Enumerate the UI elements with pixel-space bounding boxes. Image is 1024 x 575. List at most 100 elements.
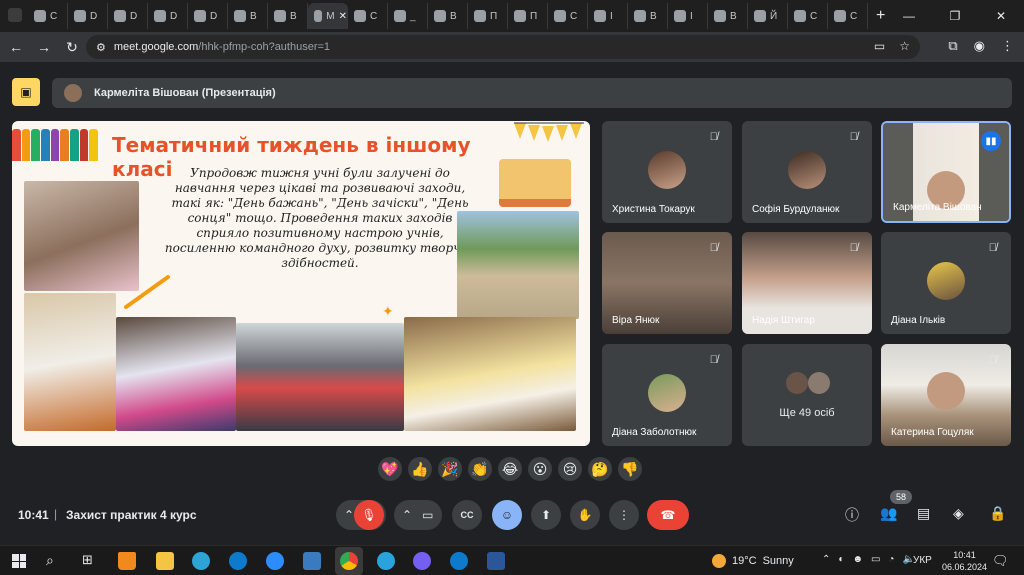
reaction-emoji-button[interactable]: 😮 xyxy=(528,457,552,481)
windows-start-icon[interactable] xyxy=(12,554,26,568)
input-language[interactable]: УКР xyxy=(913,555,932,566)
browser-tab[interactable]: І xyxy=(588,3,628,29)
viber-icon[interactable] xyxy=(413,552,431,570)
reaction-emoji-button[interactable]: 👎 xyxy=(618,457,642,481)
participant-avatar xyxy=(648,151,686,189)
reaction-emoji-button[interactable]: 💖 xyxy=(378,457,402,481)
participant-tile[interactable]: 🎙̸ Діана Заболотнюк xyxy=(602,344,732,446)
present-screen-button[interactable]: ⬆ xyxy=(531,500,561,530)
video-settings-button[interactable]: ⌃ ▭ xyxy=(394,500,442,530)
browser-tab[interactable]: B xyxy=(708,3,748,29)
tab-title: D xyxy=(170,10,178,22)
camera-in-use-icon[interactable]: ▭ xyxy=(874,39,885,53)
browser-tab[interactable]: С xyxy=(548,3,588,29)
participant-tile-active-speaker[interactable]: ▮▮ Кармеліта Вішован xyxy=(881,121,1011,223)
site-info-icon[interactable]: ⚙ xyxy=(96,41,106,54)
host-controls-icon[interactable]: 🔒 xyxy=(989,505,1006,522)
more-options-button[interactable]: ⋮ xyxy=(609,500,639,530)
microphone-toggle-button[interactable]: 🎙 xyxy=(354,500,384,530)
participant-tile[interactable]: 🎙̸ Надія Штигар xyxy=(742,232,872,334)
reaction-emoji-button[interactable]: 😂 xyxy=(498,457,522,481)
task-view-icon[interactable]: ⊞ xyxy=(82,552,93,568)
presenter-avatar xyxy=(64,84,82,102)
tab-title: Й xyxy=(770,10,778,22)
meeting-details-icon[interactable]: ⓘ xyxy=(845,505,859,525)
participant-tile[interactable]: 🎙̸ Христина Токарук xyxy=(602,121,732,223)
reactions-button[interactable]: ☺ xyxy=(492,500,522,530)
people-icon[interactable]: 👥 xyxy=(880,505,897,522)
app-tray-icon-2[interactable]: ☻ xyxy=(852,554,863,565)
browser-tab[interactable]: D xyxy=(148,3,188,29)
browser-menu-icon[interactable]: ⋮ xyxy=(1001,38,1014,54)
taskbar-clock[interactable]: 10:41 06.06.2024 xyxy=(942,549,987,573)
extensions-icon[interactable]: ⧉ xyxy=(948,38,957,54)
file-explorer-icon[interactable] xyxy=(156,552,174,570)
more-participants-tile[interactable]: Ще 49 осіб xyxy=(742,344,872,446)
captions-button[interactable]: CC xyxy=(452,500,482,530)
minimize-icon[interactable]: — xyxy=(886,0,932,32)
tab-favicon xyxy=(754,10,766,22)
reaction-emoji-button[interactable]: 👍 xyxy=(408,457,432,481)
app-tray-icon[interactable]: ◐ xyxy=(838,554,844,565)
weather-widget[interactable]: 19°C Sunny xyxy=(712,554,794,568)
reload-icon[interactable]: ↻ xyxy=(58,39,86,56)
tab-close-icon[interactable]: ✕ xyxy=(339,11,347,22)
raise-hand-button[interactable]: ✋ xyxy=(570,500,600,530)
vlc-icon[interactable] xyxy=(118,552,136,570)
participant-tile[interactable]: 🎙̸ Віра Янюк xyxy=(602,232,732,334)
forward-icon[interactable]: → xyxy=(30,39,58,55)
back-icon[interactable]: ← xyxy=(2,39,30,55)
show-hidden-icons[interactable]: ⌃ xyxy=(822,554,830,565)
battery-icon[interactable]: ▭ xyxy=(871,554,880,565)
reactions-bar: 💖 👍 🎉 👏 😂 😮 😢 🤔 👎 xyxy=(378,457,642,481)
browser-tab[interactable]: П xyxy=(508,3,548,29)
browser-tab[interactable]: С xyxy=(828,3,868,29)
participant-tile[interactable]: 🎙̸ Діана Ількiв xyxy=(881,232,1011,334)
speaking-indicator-icon: ▮▮ xyxy=(981,131,1001,151)
participant-tile[interactable]: 🎙̸ Катерина Гоцуляк xyxy=(881,344,1011,446)
edge-icon[interactable] xyxy=(192,552,210,570)
browser-tab[interactable]: B xyxy=(628,3,668,29)
word-icon[interactable] xyxy=(487,552,505,570)
profile-avatar-icon[interactable]: ◉ xyxy=(974,38,985,54)
activities-icon[interactable]: ◈ xyxy=(953,505,964,522)
tab-search-icon[interactable] xyxy=(8,8,22,22)
close-window-icon[interactable]: ✕ xyxy=(978,0,1024,32)
webex-icon[interactable] xyxy=(229,552,247,570)
browser-tab[interactable]: B xyxy=(268,3,308,29)
new-tab-button[interactable]: + xyxy=(876,7,885,25)
chat-icon[interactable]: ▤ xyxy=(917,505,930,522)
browser-tab[interactable]: Й xyxy=(748,3,788,29)
browser-tab[interactable]: B xyxy=(228,3,268,29)
browser-tab[interactable]: І xyxy=(668,3,708,29)
browser-tab[interactable]: С xyxy=(28,3,68,29)
participant-tile[interactable]: 🎙̸ Софія Бурдуланюк xyxy=(742,121,872,223)
search-icon[interactable]: ⌕ xyxy=(46,552,54,569)
address-bar[interactable]: ⚙ meet.google.com/hhk-pfmp-coh?authuser=… xyxy=(86,35,920,59)
browser-tab[interactable]: B xyxy=(428,3,468,29)
bookmark-star-icon[interactable]: ☆ xyxy=(899,39,910,53)
photos-icon[interactable] xyxy=(303,552,321,570)
telegram-icon[interactable] xyxy=(377,552,395,570)
browser-tab[interactable]: D xyxy=(108,3,148,29)
browser-tab[interactable]: D xyxy=(68,3,108,29)
presentation-icon[interactable]: ▣ xyxy=(12,78,40,106)
browser-tab[interactable]: M ✕ xyxy=(308,3,348,29)
chrome-icon[interactable] xyxy=(340,552,358,570)
browser-tab[interactable]: П xyxy=(468,3,508,29)
zoom-icon[interactable] xyxy=(266,552,284,570)
browser-tab[interactable]: С xyxy=(788,3,828,29)
browser-tab[interactable]: С xyxy=(348,3,388,29)
reaction-emoji-button[interactable]: 🎉 xyxy=(438,457,462,481)
reaction-emoji-button[interactable]: 😢 xyxy=(558,457,582,481)
browser-tab[interactable]: _ xyxy=(388,3,428,29)
reaction-emoji-button[interactable]: 🤔 xyxy=(588,457,612,481)
restore-icon[interactable]: ❐ xyxy=(932,0,978,32)
notifications-icon[interactable]: 🗨 xyxy=(992,553,1009,569)
browser-tab[interactable]: D xyxy=(188,3,228,29)
network-icon[interactable]: ◔ xyxy=(888,554,894,565)
reaction-emoji-button[interactable]: 👏 xyxy=(468,457,492,481)
leave-call-button[interactable]: ☎ xyxy=(647,500,689,530)
tab-title: B xyxy=(650,10,657,22)
webex-meetings-icon[interactable] xyxy=(450,552,468,570)
